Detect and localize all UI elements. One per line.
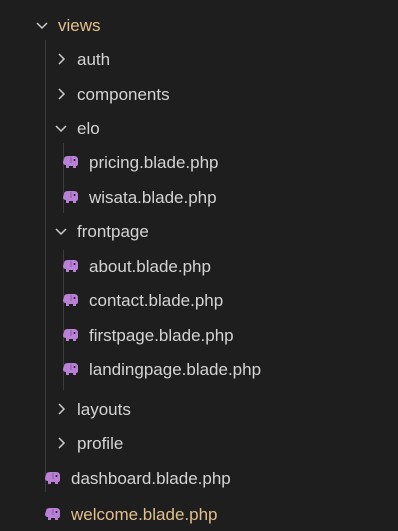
- tree-item-label: contact.blade.php: [89, 290, 224, 310]
- tree-file-firstpage[interactable]: firstpage.blade.php: [0, 318, 398, 352]
- tree-item-label: dashboard.blade.php: [71, 468, 231, 488]
- tree-item-label: profile: [77, 433, 124, 453]
- tree-item-label: welcome.blade.php: [71, 504, 218, 524]
- php-elephant-icon: [62, 190, 80, 204]
- php-elephant-icon: [44, 471, 62, 485]
- tree-item-label: wisata.blade.php: [89, 187, 217, 207]
- php-elephant-icon: [62, 155, 80, 169]
- tree-file-landingpage[interactable]: landingpage.blade.php: [0, 352, 398, 386]
- tree-folder-elo[interactable]: elo: [0, 111, 398, 145]
- tree-file-dashboard[interactable]: dashboard.blade.php: [0, 461, 398, 495]
- php-elephant-icon: [44, 507, 62, 521]
- tree-file-pricing[interactable]: pricing.blade.php: [0, 145, 398, 179]
- chevron-right-icon: [53, 435, 69, 451]
- file-explorer-tree: views auth components elo pricing.blade.…: [0, 0, 398, 530]
- tree-folder-frontpage[interactable]: frontpage: [0, 214, 398, 248]
- php-elephant-icon: [62, 259, 80, 273]
- tree-item-label: frontpage: [77, 221, 149, 241]
- chevron-down-icon: [53, 120, 69, 136]
- chevron-down-icon: [34, 17, 50, 33]
- tree-file-contact[interactable]: contact.blade.php: [0, 283, 398, 317]
- tree-folder-auth[interactable]: auth: [0, 42, 398, 76]
- tree-file-wisata[interactable]: wisata.blade.php: [0, 180, 398, 214]
- php-elephant-icon: [62, 328, 80, 342]
- php-elephant-icon: [62, 293, 80, 307]
- tree-item-label: components: [77, 84, 170, 104]
- tree-item-label: pricing.blade.php: [89, 152, 219, 172]
- chevron-right-icon: [53, 86, 69, 102]
- tree-item-label: firstpage.blade.php: [89, 325, 234, 345]
- tree-file-about[interactable]: about.blade.php: [0, 249, 398, 283]
- tree-item-label: auth: [77, 49, 111, 69]
- tree-file-welcome[interactable]: welcome.blade.php: [0, 497, 398, 531]
- tree-folder-layouts[interactable]: layouts: [0, 392, 398, 426]
- tree-item-label: landingpage.blade.php: [89, 359, 262, 379]
- tree-item-label: about.blade.php: [89, 256, 211, 276]
- tree-item-label: elo: [77, 118, 100, 138]
- chevron-right-icon: [53, 51, 69, 67]
- tree-folder-views[interactable]: views: [0, 8, 398, 42]
- tree-item-label: layouts: [77, 399, 131, 419]
- chevron-right-icon: [53, 401, 69, 417]
- php-elephant-icon: [62, 362, 80, 376]
- tree-item-label: views: [58, 15, 101, 35]
- chevron-down-icon: [53, 223, 69, 239]
- tree-folder-profile[interactable]: profile: [0, 426, 398, 460]
- tree-folder-components[interactable]: components: [0, 77, 398, 111]
